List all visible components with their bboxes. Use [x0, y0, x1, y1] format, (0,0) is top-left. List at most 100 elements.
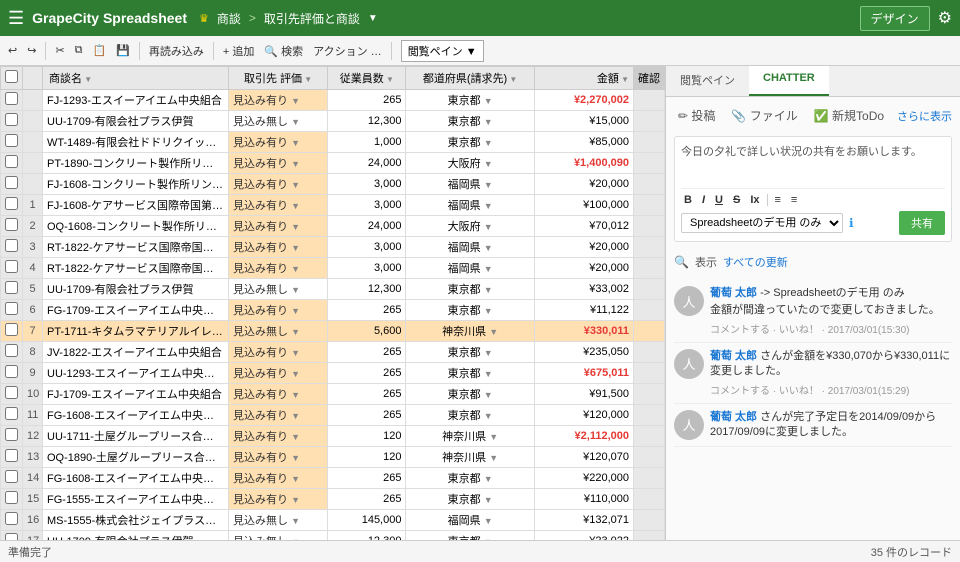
info-icon[interactable]: ℹ	[849, 216, 854, 230]
format-italic[interactable]: I	[699, 193, 708, 207]
paste-button[interactable]: 📋	[89, 42, 111, 59]
action-button[interactable]: アクション …	[309, 41, 386, 61]
format-italic-x[interactable]: Ix	[747, 193, 762, 207]
share-button[interactable]: 共有	[899, 211, 945, 235]
save-button[interactable]: 💾	[112, 42, 134, 59]
row-dealname-7[interactable]: RT-1822-ケアサービス国際帝国第一…	[43, 237, 229, 258]
row-eval-11: 見込み無し ▼	[229, 321, 328, 342]
row-check-8[interactable]	[1, 258, 23, 279]
row-check-11[interactable]	[1, 321, 23, 342]
nav-dropdown[interactable]: ▼	[368, 13, 378, 24]
row-check-13[interactable]	[1, 363, 23, 384]
design-button[interactable]: デザイン	[860, 6, 930, 31]
row-dealname-21[interactable]: UU-1709-有限会社プラス伊賀	[43, 531, 229, 541]
row-check-12[interactable]	[1, 342, 23, 363]
row-check-15[interactable]	[1, 405, 23, 426]
search-button[interactable]: 🔍 検索	[260, 41, 307, 61]
row-check-5[interactable]	[1, 195, 23, 216]
header-dealname[interactable]: 商談名	[43, 67, 229, 90]
audience-select[interactable]: Spreadsheetのデモ用 のみ	[681, 213, 843, 233]
reload-button[interactable]: 再読み込み	[145, 41, 208, 61]
header-check[interactable]	[1, 67, 23, 90]
row-dealname-13[interactable]: UU-1293-エスイーアイエム中央組合	[43, 363, 229, 384]
row-dealname-5[interactable]: FJ-1608-ケアサービス国際帝国第一有…	[43, 195, 229, 216]
feed-all-link[interactable]: すべての更新	[723, 254, 788, 270]
row-dealname-9[interactable]: UU-1709-有限会社プラス伊賀	[43, 279, 229, 300]
row-amount-14: ¥91,500	[534, 384, 633, 405]
row-amount-2: ¥85,000	[534, 132, 633, 153]
row-check-16[interactable]	[1, 426, 23, 447]
feed-author-1[interactable]: 葡萄 太郎	[710, 350, 757, 362]
header-pref[interactable]: 都道府県(請求先)	[406, 67, 534, 90]
row-pref-9: 東京都 ▼	[406, 279, 534, 300]
feed-author-0[interactable]: 葡萄 太郎	[710, 287, 757, 299]
row-check-2[interactable]	[1, 132, 23, 153]
row-num-2	[23, 132, 43, 153]
row-check-9[interactable]	[1, 279, 23, 300]
row-dealname-20[interactable]: MS-1555-株式会社ジェイプラスファルマ	[43, 510, 229, 531]
row-check-17[interactable]	[1, 447, 23, 468]
nav-item2[interactable]: 取引先評価と商談	[264, 10, 360, 27]
row-check-20[interactable]	[1, 510, 23, 531]
gear-button[interactable]: ⚙	[938, 8, 952, 28]
format-list1[interactable]: ≡	[772, 193, 784, 207]
row-check-19[interactable]	[1, 489, 23, 510]
row-check-18[interactable]	[1, 468, 23, 489]
header-employees[interactable]: 従業員数	[328, 67, 406, 90]
post-button[interactable]: ✏ 投稿	[674, 105, 719, 126]
row-check-1[interactable]	[1, 111, 23, 132]
header-amount[interactable]: 金額	[534, 67, 633, 90]
row-check-0[interactable]	[1, 90, 23, 111]
view-pane-button[interactable]: 閲覧ペイン ▼	[401, 40, 484, 62]
todo-button[interactable]: ✅ 新規ToDo	[810, 105, 888, 126]
row-dealname-14[interactable]: FJ-1709-エスイーアイエム中央組合	[43, 384, 229, 405]
feed-search-icon[interactable]: 🔍	[674, 255, 689, 269]
nav-item1[interactable]: 商談	[217, 10, 241, 27]
feed-author-2[interactable]: 葡萄 太郎	[710, 411, 757, 423]
row-dealname-12[interactable]: JV-1822-エスイーアイエム中央組合	[43, 342, 229, 363]
row-check-14[interactable]	[1, 384, 23, 405]
format-bold[interactable]: B	[681, 193, 695, 207]
header-eval[interactable]: 取引先 評価	[229, 67, 328, 90]
row-check-21[interactable]	[1, 531, 23, 541]
row-eval-1: 見込み無し ▼	[229, 111, 328, 132]
row-dealname-2[interactable]: WT-1489-有限会社ドドリクイック機械	[43, 132, 229, 153]
row-dealname-11[interactable]: PT-1711-キタムラマテリアルイレブン組合	[43, 321, 229, 342]
tab-browsepane[interactable]: 閲覧ペイン	[666, 66, 749, 96]
post-textarea[interactable]	[681, 143, 945, 181]
more-link[interactable]: さらに表示	[897, 108, 952, 124]
row-check-4[interactable]	[1, 174, 23, 195]
row-amount-21: ¥23,022	[534, 531, 633, 541]
row-check-6[interactable]	[1, 216, 23, 237]
row-dealname-3[interactable]: PT-1890-コンクリート製作所リンク有限…	[43, 153, 229, 174]
add-button[interactable]: + 追加	[219, 41, 258, 61]
row-dealname-17[interactable]: OQ-1890-土屋グループリース合資会社	[43, 447, 229, 468]
select-all-checkbox[interactable]	[5, 70, 18, 83]
row-dealname-15[interactable]: FG-1608-エスイーアイエム中央組合	[43, 405, 229, 426]
format-underline[interactable]: U	[712, 193, 726, 207]
row-dealname-1[interactable]: UU-1709-有限会社プラス伊賀	[43, 111, 229, 132]
row-dealname-8[interactable]: RT-1822-ケアサービス国際帝国第一…	[43, 258, 229, 279]
cut-button[interactable]: ✂	[51, 42, 68, 59]
format-strikethrough[interactable]: S	[730, 193, 743, 207]
row-check-10[interactable]	[1, 300, 23, 321]
row-dealname-6[interactable]: OQ-1608-コンクリート製作所リンク有限…	[43, 216, 229, 237]
menu-icon[interactable]: ☰	[8, 8, 24, 29]
row-employees-16: 120	[328, 426, 406, 447]
row-dealname-19[interactable]: FG-1555-エスイーアイエム中央組合	[43, 489, 229, 510]
format-list2[interactable]: ≡	[788, 193, 800, 207]
tab-chatter[interactable]: CHATTER	[749, 66, 829, 96]
row-dealname-4[interactable]: FJ-1608-コンクリート製作所リンク国第一…	[43, 174, 229, 195]
file-button[interactable]: 📎 ファイル	[727, 105, 801, 126]
row-dealname-18[interactable]: FG-1608-エスイーアイエム中央組合	[43, 468, 229, 489]
row-check-3[interactable]	[1, 153, 23, 174]
row-check-7[interactable]	[1, 237, 23, 258]
scroll-wrapper[interactable]: 商談名 取引先 評価 従業員数 都道府県(請求先) 金額 確認 FJ-1293-…	[0, 66, 665, 540]
row-dealname-10[interactable]: FG-1709-エスイーアイエム中央組合	[43, 300, 229, 321]
redo-button[interactable]: ↪	[23, 42, 40, 59]
row-dealname-16[interactable]: UU-1711-土屋グループリース合資会社	[43, 426, 229, 447]
row-employees-14: 265	[328, 384, 406, 405]
row-dealname-0[interactable]: FJ-1293-エスイーアイエム中央組合	[43, 90, 229, 111]
undo-button[interactable]: ↩	[4, 42, 21, 59]
copy-button[interactable]: ⧉	[71, 42, 87, 59]
